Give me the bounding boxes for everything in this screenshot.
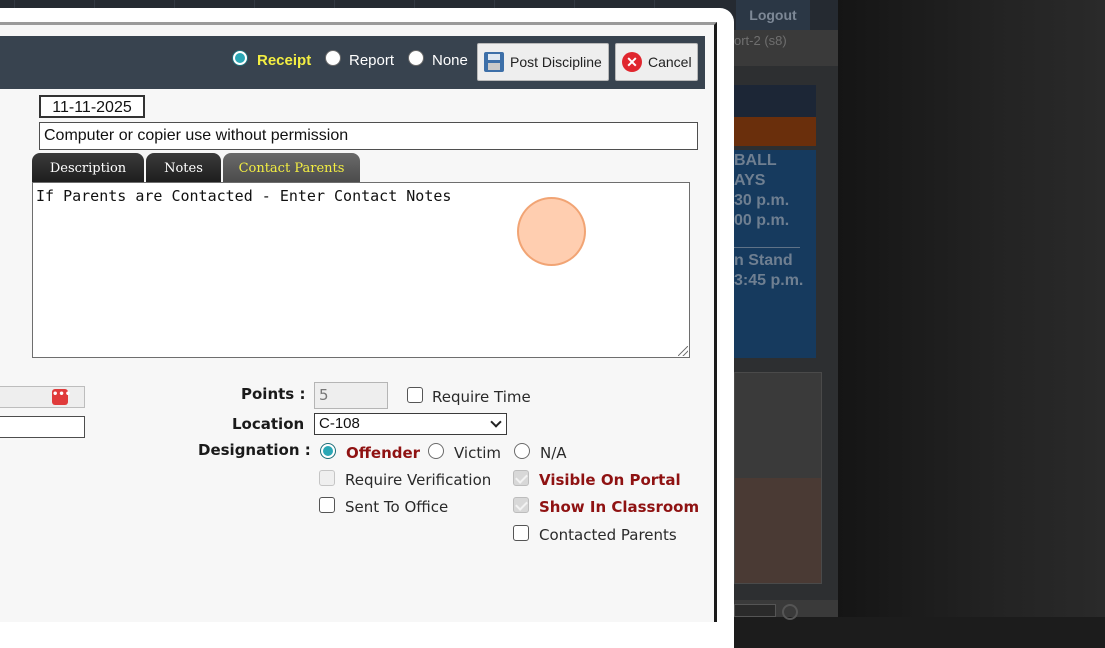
click-indicator	[517, 197, 586, 266]
report-radio[interactable]	[325, 50, 341, 66]
contacted-parents-checkbox[interactable]	[513, 525, 529, 541]
require-time-label[interactable]: Require Time	[432, 388, 531, 406]
tab-contact-parents[interactable]: Contact Parents	[223, 153, 360, 183]
contact-notes-text: If Parents are Contacted - Enter Contact…	[36, 187, 452, 205]
points-input[interactable]: 5	[314, 382, 388, 409]
notice-line: 00 p.m.	[734, 212, 790, 229]
location-label: Location	[232, 415, 305, 433]
incident-type-field[interactable]: Computer or copier use without permissio…	[39, 122, 698, 150]
resize-handle-icon[interactable]	[678, 346, 688, 356]
require-verification-label[interactable]: Require Verification	[345, 471, 491, 489]
date-picker-input[interactable]: •••	[0, 386, 85, 408]
none-label[interactable]: None	[432, 52, 468, 69]
left-text-input[interactable]	[0, 416, 85, 438]
contact-notes-textarea[interactable]: If Parents are Contacted - Enter Contact…	[32, 182, 690, 358]
tab-notes[interactable]: Notes	[146, 153, 221, 183]
show-in-classroom-label[interactable]: Show In Classroom	[539, 498, 699, 516]
background-search-input	[734, 604, 776, 617]
require-verification-checkbox[interactable]	[319, 470, 335, 486]
offender-label[interactable]: Offender	[346, 444, 420, 462]
points-label: Points :	[241, 385, 306, 403]
show-in-classroom-checkbox[interactable]	[513, 497, 529, 513]
sent-to-office-checkbox[interactable]	[319, 497, 335, 513]
notice-divider	[734, 247, 800, 248]
location-select[interactable]: C-108	[314, 413, 507, 435]
post-discipline-button[interactable]: Post Discipline	[477, 43, 609, 81]
sent-to-office-label[interactable]: Sent To Office	[345, 498, 448, 516]
notice-line: n Stand	[734, 252, 793, 269]
background-dark-strip	[734, 85, 816, 117]
receipt-label[interactable]: Receipt	[257, 52, 311, 69]
require-time-checkbox[interactable]	[407, 387, 423, 403]
victim-radio[interactable]	[428, 443, 444, 459]
chevron-down-icon	[490, 416, 502, 428]
incident-date-field[interactable]: 11-11-2025	[39, 95, 145, 118]
background-sport-label: ort-2 (s8)	[734, 30, 838, 66]
background-side-panel	[734, 372, 822, 584]
search-icon	[782, 604, 798, 620]
location-value: C-108	[319, 415, 360, 432]
background-search	[734, 600, 838, 620]
na-label[interactable]: N/A	[540, 444, 567, 462]
background-right-margin	[838, 0, 1105, 617]
receipt-radio[interactable]	[232, 50, 248, 66]
notice-line: AYS	[734, 172, 766, 189]
background-orange-strip	[734, 117, 816, 146]
calendar-icon[interactable]: •••	[52, 389, 71, 405]
none-radio[interactable]	[408, 50, 424, 66]
background-photo-panel	[735, 478, 821, 583]
close-icon: ✕	[622, 52, 642, 72]
na-radio[interactable]	[514, 443, 530, 459]
post-discipline-label: Post Discipline	[510, 54, 602, 70]
save-icon	[484, 52, 504, 72]
cancel-button[interactable]: ✕ Cancel	[615, 43, 698, 81]
visible-on-portal-label[interactable]: Visible On Portal	[539, 471, 681, 489]
logout-link[interactable]: Logout	[736, 0, 810, 30]
offender-radio[interactable]	[320, 443, 336, 459]
notice-line: 3:45 p.m.	[734, 272, 804, 289]
visible-on-portal-checkbox[interactable]	[513, 470, 529, 486]
designation-label: Designation :	[198, 441, 311, 459]
victim-label[interactable]: Victim	[454, 444, 501, 462]
tab-description[interactable]: Description	[32, 153, 144, 183]
cancel-label: Cancel	[648, 54, 692, 70]
notice-line: BALL	[734, 152, 777, 169]
report-label[interactable]: Report	[349, 52, 394, 69]
notice-line: 30 p.m.	[734, 192, 790, 209]
background-notice-panel: BALL AYS 30 p.m. 00 p.m. n Stand 3:45 p.…	[734, 150, 816, 358]
contacted-parents-label[interactable]: Contacted Parents	[539, 526, 677, 544]
